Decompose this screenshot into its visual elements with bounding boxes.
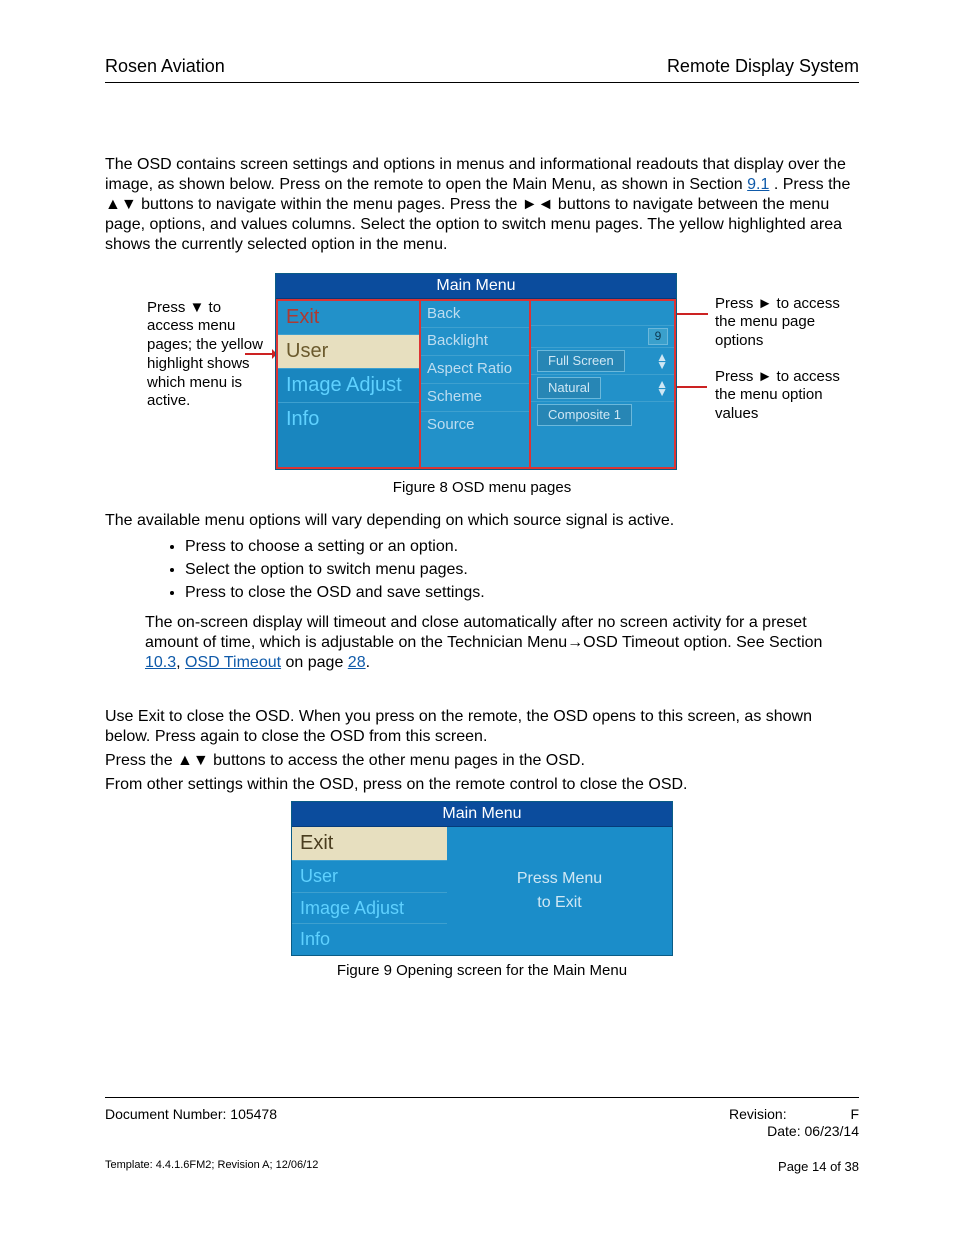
header-right: Remote Display System — [667, 55, 859, 78]
figure-8: Press ▼ to access menu pages; the yellow… — [105, 273, 855, 473]
osd2-page-column: Exit User Image Adjust Info — [292, 827, 447, 955]
link-section-10-3[interactable]: 10.3 — [145, 654, 176, 671]
osd1-page-column: Exit User Image Adjust Info — [276, 299, 421, 469]
osd1-opt-scheme[interactable]: Scheme — [421, 384, 529, 412]
osd1-opt-source[interactable]: Source — [421, 412, 529, 439]
page-footer: Document Number: 105478 Revision:F Date:… — [105, 1097, 859, 1175]
figure-8-caption: Figure 8 OSD menu pages — [105, 479, 859, 498]
osd1-page-exit[interactable]: Exit — [278, 301, 419, 335]
osd-main-menu-2: Main Menu Exit User Image Adjust Info Pr… — [291, 801, 673, 956]
osd1-title: Main Menu — [276, 274, 676, 299]
osd2-page-user[interactable]: User — [292, 861, 447, 893]
osd1-val-backlight[interactable]: 9 — [531, 326, 674, 348]
bullet-list: Press to choose a setting or an option. … — [185, 537, 859, 603]
timeout-note: The on-screen display will timeout and c… — [145, 613, 859, 673]
revision: Revision:F — [729, 1106, 859, 1124]
page-number: Page 14 of 38 — [778, 1159, 859, 1175]
bullet-3: Press to close the OSD and save settings… — [185, 583, 859, 603]
link-page-28[interactable]: 28 — [348, 654, 366, 671]
osd1-options-column: Back Backlight Aspect Ratio Scheme Sourc… — [421, 299, 531, 469]
osd1-val-aspect[interactable]: Full Screen ▲▼ — [531, 348, 674, 375]
osd1-val-source[interactable]: Composite 1 — [531, 402, 674, 428]
exit-p1: Use Exit to close the OSD. When you pres… — [105, 707, 859, 747]
callout-right-1: Press ► to access the menu page options — [715, 295, 855, 351]
osd1-page-user[interactable]: User — [278, 335, 419, 369]
template-line: Template: 4.4.1.6FM2; Revision A; 12/06/… — [105, 1159, 318, 1175]
osd2-page-info[interactable]: Info — [292, 924, 447, 955]
osd1-val-scheme[interactable]: Natural ▲▼ — [531, 375, 674, 402]
page-header: Rosen Aviation Remote Display System — [105, 55, 859, 83]
link-section-9-1[interactable]: 9.1 — [747, 176, 769, 193]
bullet-1: Press to choose a setting or an option. — [185, 537, 859, 557]
spin-icon[interactable]: ▲▼ — [656, 353, 668, 369]
osd1-opt-backlight[interactable]: Backlight — [421, 328, 529, 356]
osd-main-menu-1: Main Menu Exit User Image Adjust Info Ba… — [275, 273, 677, 470]
doc-date: Date: 06/23/14 — [767, 1123, 859, 1141]
callout-right-2: Press ► to access the menu option values — [715, 368, 855, 424]
osd2-page-image-adjust[interactable]: Image Adjust — [292, 893, 447, 925]
osd1-opt-back[interactable]: Back — [421, 301, 529, 329]
available-options-line: The available menu options will vary dep… — [105, 511, 859, 531]
osd1-page-image-adjust[interactable]: Image Adjust — [278, 369, 419, 403]
osd1-page-info[interactable]: Info — [278, 403, 419, 436]
osd1-values-column: 9 Full Screen ▲▼ Natural ▲▼ Composite 1 — [531, 299, 676, 469]
doc-number: Document Number: 105478 — [105, 1106, 277, 1124]
intro-paragraph: The OSD contains screen settings and opt… — [105, 155, 859, 255]
exit-p2: Press the ▲▼ buttons to access the other… — [105, 751, 859, 771]
bullet-2: Select the option to switch menu pages. — [185, 560, 859, 580]
osd1-opt-aspect[interactable]: Aspect Ratio — [421, 356, 529, 384]
spin-icon[interactable]: ▲▼ — [656, 380, 668, 396]
osd2-message: Press Menu to Exit — [447, 827, 672, 955]
exit-p3: From other settings within the OSD, pres… — [105, 775, 859, 795]
osd2-title: Main Menu — [292, 802, 672, 827]
callout-left: Press ▼ to access menu pages; the yellow… — [147, 299, 267, 412]
link-osd-timeout[interactable]: OSD Timeout — [185, 654, 281, 671]
header-left: Rosen Aviation — [105, 55, 225, 78]
osd2-page-exit[interactable]: Exit — [292, 827, 447, 861]
figure-9-caption: Figure 9 Opening screen for the Main Men… — [105, 962, 859, 981]
